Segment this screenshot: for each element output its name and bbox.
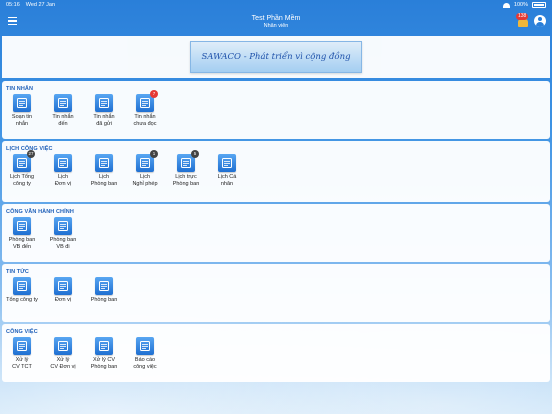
section-title: CÔNG VIỆC [6,329,38,335]
section-title: CÔNG VĂN HÀNH CHÍNH [6,209,74,215]
menu-item[interactable]: 1 Lịch Nghỉ phép [127,150,163,187]
report-icon [136,337,154,355]
menu-item-label: Lịch Tổng công ty [9,174,35,187]
menu-item-label: Lịch Đơn vị [54,174,72,187]
menu-item-label: Tổng công ty [6,297,38,303]
menu-item-label: Báo cáo công việc [133,357,157,370]
menu-icon[interactable] [8,17,17,25]
doc-out-icon [54,217,72,235]
menu-item[interactable]: Phòng ban VB đi [45,217,81,250]
banner-area: SAWACO - Phát triển vì cộng đồng [2,36,550,78]
banner-text: SAWACO - Phát triển vì cộng đồng [201,52,351,62]
calendar-duty-icon: 5 [177,150,199,172]
menu-item[interactable]: 7 Tin nhắn chưa đọc [127,90,163,127]
section-title: TIN NHẮN [6,86,34,92]
menu-item-label: Lịch Cá nhân [217,174,237,187]
count-badge: 1 [150,150,158,158]
wifi-icon [502,2,510,8]
section-items: Xử lý CV TCT Xử lý CV Đơn vị Xử lý CV Phòn… [2,337,550,397]
menu-item[interactable]: Đơn vị [45,277,81,304]
menu-item-label: Lịch trực Phòng ban [172,174,200,187]
menu-item-label: Xử lý CV TCT [12,357,32,370]
status-time: 05:16 [6,2,20,8]
calendar-dept-icon [95,154,113,172]
menu-item[interactable]: Phòng ban VB đến [4,217,40,250]
menu-item-label: Tin nhắn chưa đọc [133,114,157,127]
count-badge: 5 [191,150,199,158]
compose-icon [13,94,31,112]
calendar-company-icon: 27 [13,150,35,172]
doc-in-icon [13,217,31,235]
app-title: Test Phần Mềm [251,15,301,23]
battery-percent: 100% [513,2,528,8]
section-0: TIN NHẮN Soạn tin nhắn Tin nhắn đến Tin nhắ… [2,81,550,139]
menu-item[interactable]: Báo cáo công việc [127,337,163,370]
user-avatar-icon[interactable] [534,15,546,27]
calendar-personal-icon [218,154,236,172]
menu-item[interactable]: Phòng ban [86,277,122,304]
sent-icon [95,94,113,112]
menu-item[interactable]: Lịch Đơn vị [45,154,81,187]
notification-count-badge: 138 [516,13,529,20]
menu-item[interactable]: Xử lý CV Đơn vị [45,337,81,370]
calendar-unit-icon [54,154,72,172]
section-title: TIN TỨC [6,269,29,275]
menu-item[interactable]: 27 Lịch Tổng công ty [4,150,40,187]
task-company-icon [13,337,31,355]
section-3: TIN TỨC Tổng công ty Đơn vị Phòng ban [2,264,550,322]
news-dept-icon [95,277,113,295]
user-role: Nhân viên [263,22,289,29]
notifications-button[interactable]: 138 [516,13,530,29]
section-title: LỊCH CÔNG VIỆC [6,146,53,152]
menu-item-label: Xử lý CV Đơn vị [50,357,76,370]
menu-item-label: Tin nhắn đến [52,114,74,127]
inbox-icon [54,94,72,112]
menu-item-label: Phòng ban [90,297,118,303]
count-badge: 7 [150,90,158,98]
status-bar: 05:16 Wed 27 Jan 100% [0,0,552,10]
section-2: CÔNG VĂN HÀNH CHÍNH Phòng ban VB đến Phòng… [2,204,550,262]
battery-icon [532,2,546,8]
menu-item-label: Tin nhắn đã gửi [93,114,115,127]
task-unit-icon [54,337,72,355]
menu-item-label: Phòng ban VB đi [49,237,77,250]
menu-item-label: Lịch Phòng ban [90,174,118,187]
menu-item[interactable]: Soạn tin nhắn [4,94,40,127]
menu-item[interactable]: 5 Lịch trực Phòng ban [168,150,204,187]
menu-item-label: Phòng ban VB đến [8,237,36,250]
menu-item[interactable]: Xử lý CV TCT [4,337,40,370]
menu-item-label: Lịch Nghỉ phép [132,174,158,187]
menu-item[interactable]: Xử lý CV Phòng ban [86,337,122,370]
news-unit-icon [54,277,72,295]
news-company-icon [13,277,31,295]
status-date: Wed 27 Jan [25,2,56,8]
section-4: CÔNG VIỆC Xử lý CV TCT Xử lý CV Đơn vị Xử l… [2,324,550,382]
menu-item[interactable]: Tổng công ty [4,277,40,304]
menu-item-label: Soạn tin nhắn [11,114,33,127]
count-badge: 27 [27,150,35,158]
menu-item[interactable]: Tin nhắn đến [45,94,81,127]
nav-bar: Test Phần Mềm Nhân viên 138 [0,10,552,34]
menu-item[interactable]: Lịch Cá nhân [209,154,245,187]
unread-icon: 7 [136,90,158,112]
bell-icon [518,19,528,27]
menu-item-label: Xử lý CV Phòng ban [90,357,118,370]
calendar-leave-icon: 1 [136,150,158,172]
section-1: LỊCH CÔNG VIỆC 27 Lịch Tổng công ty Lịch Đơ… [2,141,550,202]
menu-item-label: Đơn vị [54,297,72,303]
page-title: Test Phần Mềm Nhân viên [252,15,301,29]
menu-item[interactable]: Lịch Phòng ban [86,154,122,187]
task-dept-icon [95,337,113,355]
banner: SAWACO - Phát triển vì cộng đồng [190,41,362,73]
menu-item[interactable]: Tin nhắn đã gửi [86,94,122,127]
